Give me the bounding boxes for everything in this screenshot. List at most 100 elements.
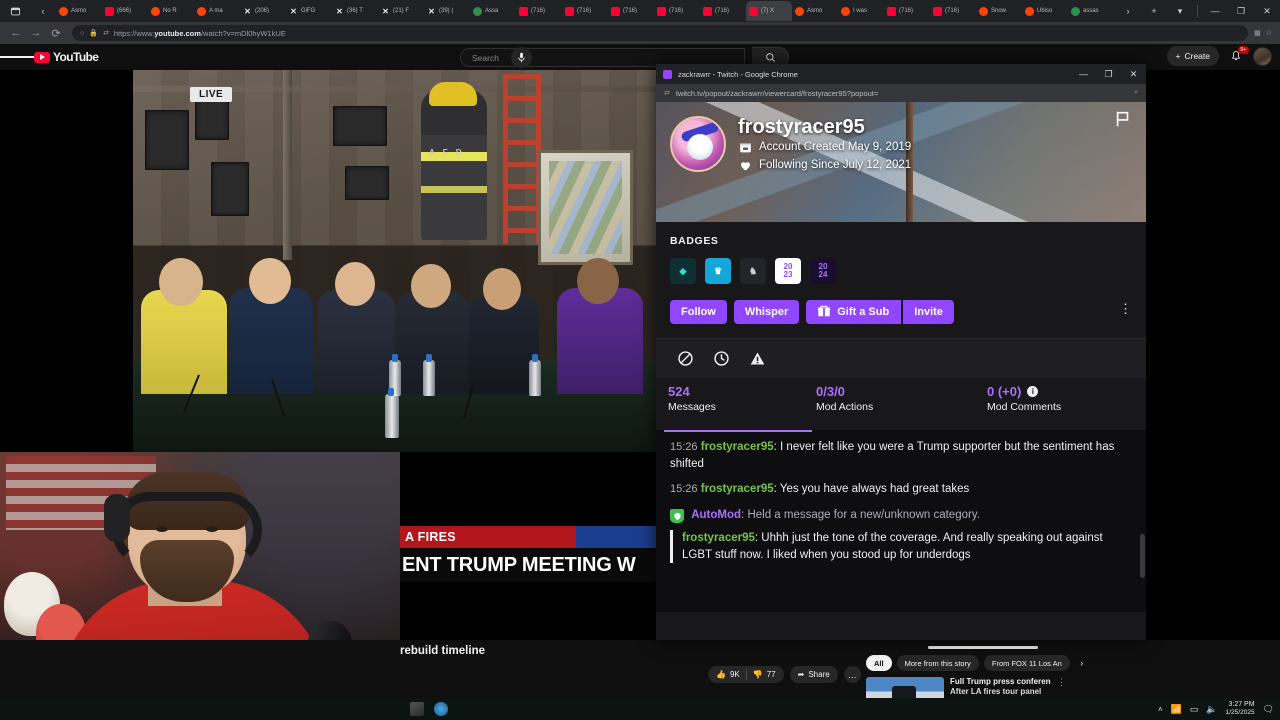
popup-title-bar[interactable]: zackrawrr - Twitch - Google Chrome — ❐ ✕ [656,64,1146,84]
new-tab-button[interactable]: + [1141,0,1167,22]
viewer-card-more-button[interactable]: ⋮ [1119,302,1132,315]
gift-a-sub-button[interactable]: Gift a Sub [806,300,902,324]
zoom-icon[interactable]: ⌕ [1134,89,1138,97]
browser-tab[interactable]: Assa [470,1,516,21]
share-button[interactable]: ➦ Share [789,666,838,683]
filter-chip[interactable]: All [866,655,892,671]
held-message-author[interactable]: frostyracer95 [682,532,755,544]
more-actions-button[interactable]: … [843,666,861,683]
video-action-row[interactable]: 👍 9K 👎 77 ➦ Share … [708,666,861,683]
avatar[interactable] [1253,46,1272,66]
mod-actions-stat[interactable]: 0/3/0 Mod Actions [804,383,975,430]
related-chips-row[interactable]: All More from this story From FOX 11 Los A… [866,655,1089,671]
tab-search-icon[interactable] [0,6,30,17]
filter-chip[interactable]: More from this story [896,655,979,671]
popup-address-bar[interactable]: ⇄ twitch.tv/popout/zackrawrr/viewercard/… [656,84,1146,102]
messages-stat[interactable]: 524 Messages [656,383,812,432]
popup-maximize-button[interactable]: ❐ [1096,64,1121,84]
scroll-indicator[interactable] [928,646,1038,649]
voice-search-button[interactable] [511,47,532,68]
browser-tab[interactable]: (716) [608,1,654,21]
taskbar-app-icon[interactable] [410,702,424,716]
browser-tab[interactable]: I was [838,1,884,21]
browser-tab[interactable]: Asmo [56,1,102,21]
bookmark-star-icon[interactable]: ☆ [1266,29,1272,37]
tabstrip-tools[interactable]: › + ▾ — ❐ ✕ [1115,0,1280,22]
ban-icon[interactable] [676,350,694,368]
viewer-card-actions[interactable]: Follow Whisper Gift a Sub Invite ⋮ [656,284,1146,338]
window-minimize-button[interactable]: — [1202,0,1228,22]
back-button[interactable]: ← [6,23,26,43]
tab-list-chevron-icon[interactable]: ▾ [1167,0,1193,22]
taskbar-clock[interactable]: 3:27 PM 1/25/2025 [1226,701,1255,717]
browser-toolbar[interactable]: ← → ⟳ ○ 🔒 ⇄ https://www.youtube.com/watc… [0,22,1280,44]
browser-tab[interactable]: Snow [976,1,1022,21]
message-author[interactable]: frostyracer95 [701,483,774,495]
viewer-message-history[interactable]: 15:26 frostyracer95: I never felt like y… [656,430,1146,612]
info-icon[interactable]: i [1027,386,1039,397]
youtube-search-area[interactable]: Search [460,47,789,68]
tabs-container[interactable]: Asmo (666) No R A ma ✕ (206) ✕ GiFG ✕ (36) T ✕ (21)… [56,0,1115,22]
browser-tab[interactable]: (716) [884,1,930,21]
chips-next-button[interactable]: › [1075,656,1089,670]
message-author[interactable]: frostyracer95 [701,441,774,453]
forward-button[interactable]: → [26,23,46,43]
subscriber-badge[interactable]: ♛ [705,258,731,284]
thumbs-down-icon[interactable]: 👎 [753,670,763,679]
browser-tab[interactable]: ✕ (206) [240,1,286,21]
puzzle-icon[interactable]: ▦ [1254,29,1261,37]
browser-tab[interactable]: (716) [654,1,700,21]
follow-button[interactable]: Follow [670,300,727,324]
browser-tab[interactable]: (716) [516,1,562,21]
browser-tab[interactable]: (666) [102,1,148,21]
browser-tab[interactable]: (7) X [746,1,792,21]
whisper-button[interactable]: Whisper [733,300,800,324]
system-tray[interactable]: ˄ 📶 ▭ 🔈 3:27 PM 1/25/2025 🗨 [1158,698,1274,720]
browser-tab[interactable]: (716) [700,1,746,21]
windows-taskbar[interactable]: ˄ 📶 ▭ 🔈 3:27 PM 1/25/2025 🗨 [0,698,1280,720]
badge-list[interactable]: ◆ ♛ ♞ 20 23 20 24 [670,258,1146,284]
volume-icon[interactable]: 🔈 [1206,704,1217,715]
youtube-logo[interactable]: YouTube [34,50,99,64]
create-button[interactable]: + Create [1166,46,1219,66]
popup-minimize-button[interactable]: — [1071,64,1096,84]
browser-tab[interactable]: Asmo [792,1,838,21]
warn-icon[interactable] [748,350,766,368]
network-icon[interactable]: 📶 [1171,704,1182,715]
browser-tab[interactable]: ✕ GiFG [286,1,332,21]
tab-scroll-right-button[interactable]: › [1115,0,1141,22]
address-bar[interactable]: ○ 🔒 ⇄ https://www.youtube.com/watch?v=mD… [72,25,1249,41]
browser-tab[interactable]: No R [148,1,194,21]
window-maximize-button[interactable]: ❐ [1228,0,1254,22]
notifications-button[interactable]: 9+ [1227,46,1249,65]
action-center-icon[interactable]: 🗨 [1263,704,1274,715]
anniversary-2024-badge[interactable]: 20 24 [810,258,836,284]
tray-chevron-icon[interactable]: ˄ [1158,705,1163,714]
browser-tab[interactable]: ✕ (21) F [378,1,424,21]
filter-chip[interactable]: From FOX 11 Los An [983,655,1070,671]
tab-scroll-left-button[interactable]: ‹ [30,0,56,22]
bits-badge[interactable]: ◆ [670,258,696,284]
browser-tab[interactable]: (716) [562,1,608,21]
popup-window-controls[interactable]: — ❐ ✕ [1071,64,1146,84]
mod-comments-stat[interactable]: 0 (+0) i Mod Comments [975,383,1146,430]
thumbs-up-icon[interactable]: 👍 [716,670,726,679]
taskbar-app-icon[interactable] [434,702,448,716]
browser-tab[interactable]: (716) [930,1,976,21]
timeout-clock-icon[interactable] [712,350,730,368]
mod-tools-row[interactable] [656,338,1146,378]
viewer-stats-row[interactable]: 524 Messages 0/3/0 Mod Actions 0 (+0) i … [656,378,1146,432]
browser-tab[interactable]: Ubiso [1022,1,1068,21]
browser-tab[interactable]: ✕ (36) T [332,1,378,21]
reload-button[interactable]: ⟳ [46,23,66,43]
masthead-right[interactable]: + Create 9+ [1166,46,1272,66]
invite-button[interactable]: Invite [903,300,954,324]
hamburger-menu-icon[interactable] [0,54,34,59]
toolbar-right-icons[interactable]: ▦ ☆ [1254,29,1274,37]
window-close-button[interactable]: ✕ [1254,0,1280,22]
profile-picture[interactable] [670,116,726,172]
popup-close-button[interactable]: ✕ [1121,64,1146,84]
report-flag-icon[interactable] [1114,110,1134,130]
game-badge[interactable]: ♞ [740,258,766,284]
twitch-viewer-card-window[interactable]: zackrawrr - Twitch - Google Chrome — ❐ ✕… [656,64,1146,640]
